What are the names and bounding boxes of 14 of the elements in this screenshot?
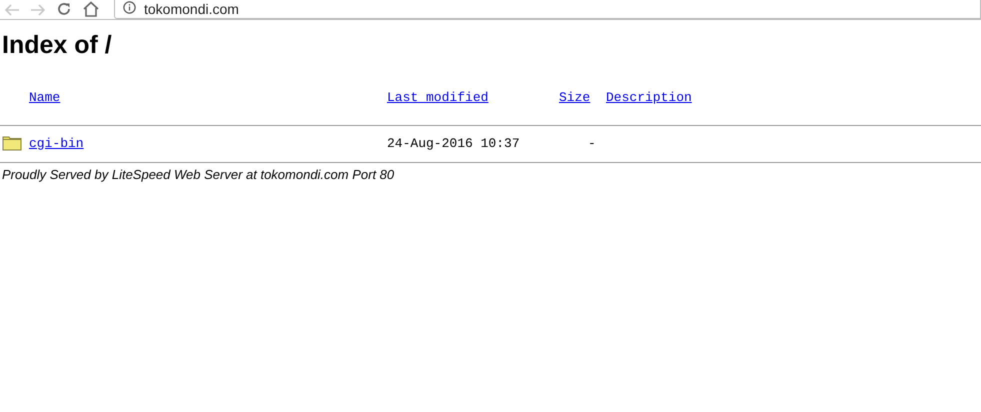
file-link[interactable]: cgi-bin (29, 136, 84, 150)
file-size: - (587, 136, 597, 150)
modified-date: 24-Aug-2016 10:37 (387, 136, 521, 150)
column-header-link[interactable]: Size (559, 90, 590, 104)
home-icon[interactable] (82, 1, 100, 17)
column-header-link[interactable]: Name (29, 90, 60, 104)
server-signature: Proudly Served by LiteSpeed Web Server at tokomondi.com Port 80 (2, 167, 396, 182)
reload-icon[interactable] (56, 1, 72, 17)
page-title: Index of / (2, 30, 113, 60)
column-header-link[interactable]: Description (606, 90, 692, 104)
folder-icon (2, 135, 22, 151)
address-field[interactable]: tokomondi.com (114, 0, 981, 19)
info-icon[interactable] (123, 1, 136, 14)
column-header-link[interactable]: Last modified (387, 90, 488, 104)
